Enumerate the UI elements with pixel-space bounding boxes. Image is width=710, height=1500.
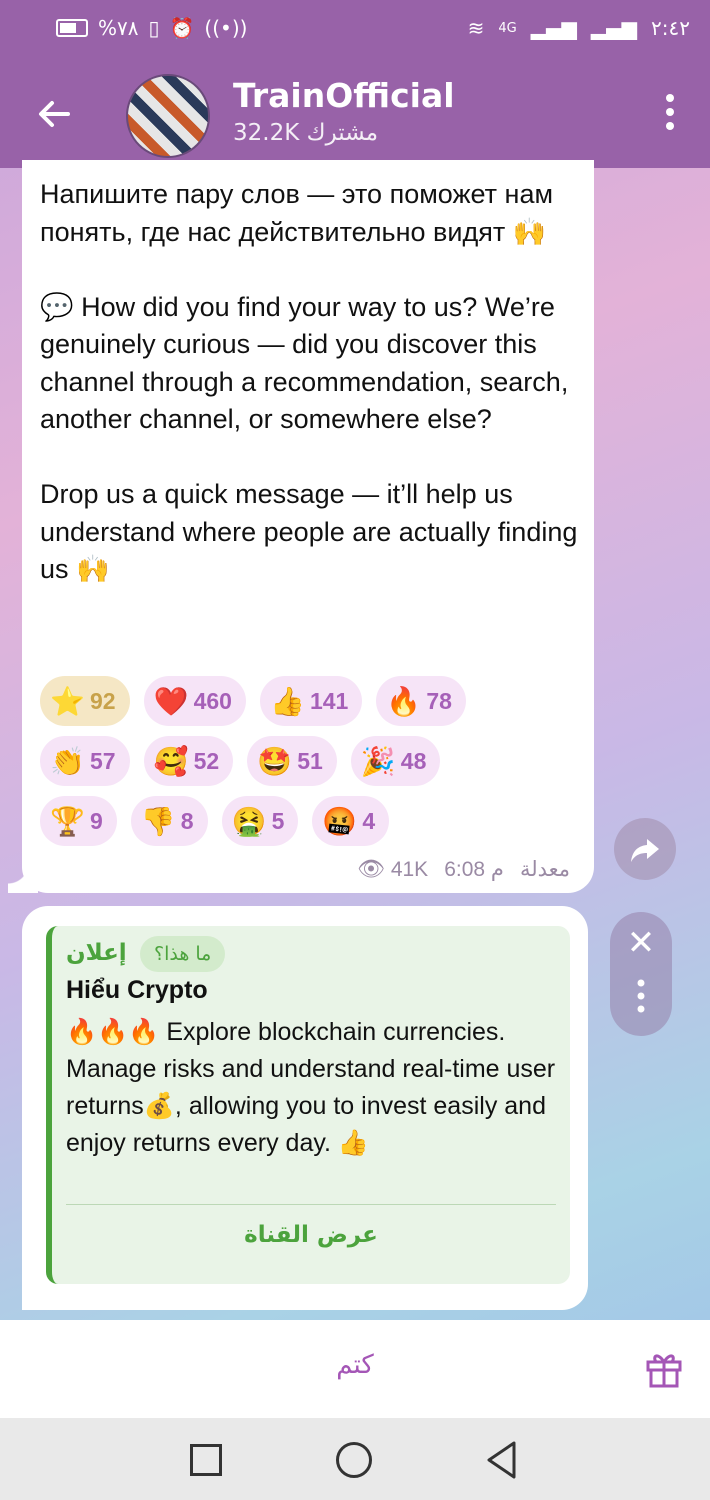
clap-icon: 👏 <box>50 744 85 778</box>
reaction-thumbs-down[interactable]: 👎 8 <box>130 796 208 846</box>
fire-icon: 🔥 <box>386 684 422 718</box>
view-channel-button[interactable]: عرض القناة <box>66 1222 556 1248</box>
reaction-count: 78 <box>426 687 452 714</box>
ad-title: Hiểu Crypto <box>66 976 208 1004</box>
reaction-clap[interactable]: 👏 57 <box>40 736 130 786</box>
smiling-hearts-icon: 🥰 <box>153 744 189 778</box>
system-nav-bar <box>0 1418 710 1500</box>
signal-icon-2: ▂▄▆ <box>590 16 638 40</box>
status-time: ٢:٤٢ <box>651 16 690 40</box>
reaction-cursing[interactable]: 🤬 4 <box>312 796 390 846</box>
channel-name[interactable]: TrainOfficial <box>233 76 455 115</box>
reaction-vomit[interactable]: 🤮 5 <box>221 796 299 846</box>
reaction-count: 92 <box>90 687 116 714</box>
message-paragraph-1: Напишите пару слов — это поможет нам пон… <box>40 179 554 247</box>
ad-card[interactable]: ما هذا؟ إعلان Hiểu Crypto 🔥🔥🔥 Explore bl… <box>46 926 570 1284</box>
top-app-bar: %٧٨ ▯ ⏰ ((•)) ≋ 4G ▂▄▆ ▂▄▆ ٢:٤٢ TrainOff… <box>0 0 710 168</box>
recents-button[interactable] <box>190 1444 222 1476</box>
cursing-face-icon: 🤬 <box>322 804 358 838</box>
view-count: 41K <box>390 858 429 881</box>
vomit-icon: 🤮 <box>231 804 267 838</box>
ad-info-button[interactable]: ما هذا؟ <box>140 936 226 972</box>
reaction-count: 460 <box>193 687 232 714</box>
reaction-party[interactable]: 🎉 48 <box>350 736 441 786</box>
battery-percent: %٧٨ <box>98 16 139 40</box>
message-meta: 👁 41K 6:08 م معدلة <box>357 856 570 882</box>
star-struck-icon: 🤩 <box>257 744 293 778</box>
reaction-count: 52 <box>193 747 220 774</box>
reaction-count: 57 <box>90 747 116 774</box>
reaction-star-struck[interactable]: 🤩 51 <box>247 736 337 786</box>
reaction-thumbs-up[interactable]: 👍 141 <box>259 676 363 726</box>
home-button[interactable] <box>336 1442 372 1478</box>
party-popper-icon: 🎉 <box>360 744 396 778</box>
wifi-icon: ≋ <box>467 16 485 40</box>
vibrate-icon: ▯ <box>148 16 160 40</box>
subscriber-count: 32.2K مشترك <box>233 120 379 146</box>
sponsored-message: ما هذا؟ إعلان Hiểu Crypto 🔥🔥🔥 Explore bl… <box>22 906 588 1310</box>
ad-label: إعلان <box>66 940 127 966</box>
more-vert-icon[interactable] <box>660 92 680 141</box>
star-icon: ⭐ <box>50 684 85 718</box>
reaction-heart[interactable]: ❤️ 460 <box>143 676 246 726</box>
message-paragraph-2: 💬 How did you find your way to us? We’re… <box>40 291 569 435</box>
back-arrow-icon[interactable] <box>28 88 80 140</box>
message-bubble[interactable]: Напишите пару слов — это поможет нам пон… <box>8 160 594 893</box>
mute-button[interactable]: كتم <box>0 1350 710 1380</box>
trophy-icon: 🏆 <box>50 804 85 838</box>
signal-icon: ▂▄▆ <box>530 16 577 40</box>
reaction-smiling-hearts[interactable]: 🥰 52 <box>143 736 234 786</box>
thumbs-up-icon: 👍 <box>269 684 305 718</box>
more-vert-icon[interactable] <box>610 978 672 1028</box>
heart-icon: ❤️ <box>153 684 189 718</box>
gift-icon[interactable] <box>644 1348 684 1388</box>
views: 👁 41K <box>357 856 428 882</box>
eye-icon: 👁 <box>357 856 385 881</box>
bottom-bar: كتم <box>0 1320 710 1418</box>
reaction-count: 8 <box>180 807 194 834</box>
reaction-count: 51 <box>297 747 323 774</box>
alarm-icon: ⏰ <box>169 16 195 40</box>
reaction-fire[interactable]: 🔥 78 <box>376 676 466 726</box>
reaction-trophy[interactable]: 🏆 9 <box>40 796 117 846</box>
message-paragraph-3: Drop us a quick message — it’ll help us … <box>40 479 578 584</box>
channel-avatar[interactable] <box>126 74 210 158</box>
reaction-count: 9 <box>90 807 103 834</box>
status-bar: %٧٨ ▯ ⏰ ((•)) ≋ 4G ▂▄▆ ▂▄▆ ٢:٤٢ <box>0 0 710 60</box>
ad-controls: ✕ <box>610 912 672 1036</box>
reaction-count: 48 <box>400 747 427 774</box>
battery-icon <box>56 19 88 37</box>
back-button[interactable] <box>486 1440 516 1480</box>
share-icon[interactable] <box>614 818 676 880</box>
reaction-count: 141 <box>309 687 349 714</box>
status-right: ≋ 4G ▂▄▆ ▂▄▆ ٢:٤٢ <box>468 16 690 40</box>
status-left: %٧٨ ▯ ⏰ ((•)) <box>56 16 247 40</box>
message-time: 6:08 م <box>444 857 504 881</box>
edited-label: معدلة <box>519 857 570 881</box>
network-type: 4G <box>498 20 517 36</box>
ad-body: 🔥🔥🔥 Explore blockchain currencies. Manag… <box>66 1018 556 1157</box>
thumbs-down-icon: 👎 <box>140 804 176 838</box>
reaction-count: 5 <box>271 807 285 834</box>
reaction-star[interactable]: ⭐ 92 <box>40 676 130 726</box>
close-icon[interactable]: ✕ <box>610 918 672 968</box>
message-text: Напишите пару слов — это поможет нам пон… <box>40 176 580 626</box>
hotspot-icon: ((•)) <box>204 16 248 40</box>
reactions-panel: ⭐ 92 ❤️ 460 👍 141 🔥 78 👏 57 🥰 52 🤩 51 🎉 48 🏆 9 👎 8… <box>40 676 580 856</box>
divider <box>66 1204 556 1205</box>
reaction-count: 4 <box>362 807 376 834</box>
